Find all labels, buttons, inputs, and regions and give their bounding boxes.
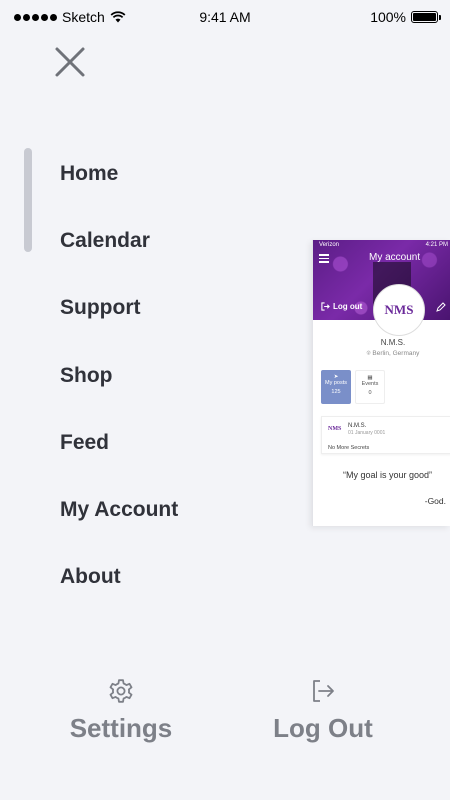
menu-item-home[interactable]: Home <box>60 140 178 207</box>
preview-edit-icon <box>436 302 446 312</box>
preview-logout-icon <box>321 302 330 311</box>
current-screen-preview[interactable]: Verizon 4:21 PM My account Log out NMS N… <box>312 240 450 526</box>
preview-post-logo: NMS <box>328 426 342 432</box>
preview-tab-label: My posts <box>324 380 347 386</box>
preview-tab-count: 0 <box>368 390 372 396</box>
preview-tabs: ➤ My posts 125 ▦ Events 0 <box>321 370 385 404</box>
preview-avatar: NMS <box>373 284 425 336</box>
preview-quote: “My goal is your good” <box>343 470 433 480</box>
preview-time: 4:21 PM <box>425 242 448 248</box>
preview-location: ⌾ Berlin, Germany <box>313 350 450 358</box>
preview-post-date: 01 January 0001 <box>348 430 386 436</box>
preview-name: N.M.S. <box>380 338 406 347</box>
preview-tab-label: Events <box>361 381 379 387</box>
menu-item-calendar[interactable]: Calendar <box>60 207 178 274</box>
settings-button[interactable]: Settings <box>41 676 201 744</box>
status-right: 100% <box>370 9 441 25</box>
menu-item-support[interactable]: Support <box>60 275 178 342</box>
preview-carrier: Verizon <box>319 242 340 248</box>
logout-icon <box>313 680 334 702</box>
preview-post-text: No More Secrets <box>328 445 370 451</box>
preview-location-text: Berlin, Germany <box>372 350 420 357</box>
menu-item-shop[interactable]: Shop <box>60 342 178 409</box>
preview-tab-my-posts: ➤ My posts 125 <box>321 370 351 404</box>
logout-label: Log Out <box>273 713 373 743</box>
menu-item-my-account[interactable]: My Account <box>60 476 178 543</box>
scroll-indicator[interactable] <box>24 148 32 252</box>
menu-item-about[interactable]: About <box>60 544 178 611</box>
status-bar: Sketch 9:41 AM 100% <box>0 0 450 34</box>
preview-logout: Log out <box>321 302 362 311</box>
battery-icon <box>411 11 441 23</box>
battery-percent: 100% <box>370 9 406 25</box>
close-icon <box>55 47 85 77</box>
preview-quote-author: -God. <box>424 496 446 506</box>
logout-button[interactable]: Log Out <box>243 676 403 744</box>
preview-logout-label: Log out <box>333 302 363 311</box>
preview-status-bar: Verizon 4:21 PM <box>319 242 448 248</box>
preview-menu-icon <box>319 254 329 265</box>
close-button[interactable] <box>52 44 88 80</box>
preview-post-author: N.M.S. <box>348 423 367 429</box>
preview-title: My account <box>369 252 421 263</box>
preview-tab-count: 125 <box>331 389 341 395</box>
menu-item-feed[interactable]: Feed <box>60 409 178 476</box>
settings-label: Settings <box>69 713 173 743</box>
preview-post-card: NMS N.M.S. 01 January 0001 No More Secre… <box>321 416 450 454</box>
preview-tab-events: ▦ Events 0 <box>355 370 385 404</box>
gear-icon <box>109 679 133 703</box>
nav-menu: Home Calendar Support Shop Feed My Accou… <box>60 140 178 611</box>
